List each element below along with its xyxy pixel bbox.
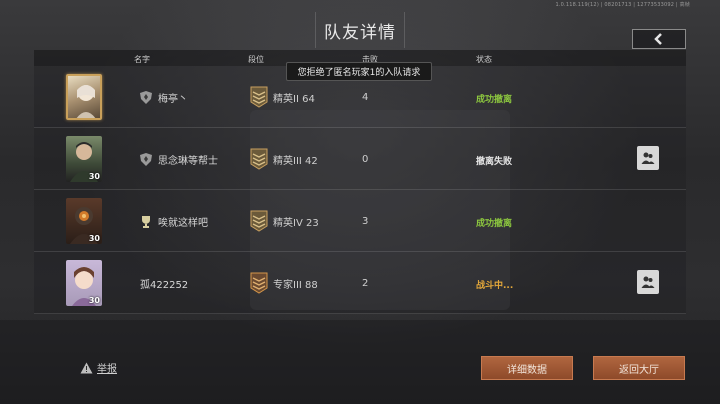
status-text: 成功撤离 (476, 95, 513, 105)
add-friend-button[interactable] (637, 146, 659, 170)
player-name-group: 孤422252 (140, 276, 188, 291)
report-label: 举报 (97, 364, 117, 375)
version-text: 1.0.118.119(12) | 08201713 | 12773533092… (555, 2, 690, 8)
player-name-group: 思念琳等帮士 (140, 152, 218, 167)
rank-chevron-icon (250, 272, 268, 294)
rank-text: 精英IV 23 (273, 217, 319, 229)
defeats-count: 4 (362, 92, 369, 103)
trophy-icon (142, 216, 150, 228)
rank-group: 精英III 42 (250, 148, 318, 170)
avatar[interactable] (66, 74, 102, 120)
column-status: 状态 (476, 55, 492, 64)
teammate-row: 30 唉就这样吧 精英IV 23 3 成功撤离 (34, 190, 686, 252)
status-text: 战斗中... (476, 281, 514, 291)
add-friend-icon (641, 276, 655, 288)
add-friend-button[interactable] (637, 270, 659, 294)
player-name: 孤422252 (140, 280, 189, 291)
rank-text: 精英II 64 (273, 93, 315, 105)
rank-text: 专家III 88 (273, 279, 318, 291)
status-text: 成功撤离 (476, 219, 513, 229)
rank-chevron-icon (250, 86, 268, 108)
defeats-count: 0 (362, 154, 369, 165)
header: 队友详情 (0, 8, 720, 49)
column-rank: 段位 (248, 55, 264, 64)
defeats-count: 2 (362, 278, 369, 289)
player-name-group: 梅亭丶 (140, 90, 188, 105)
level-badge: 30 (88, 296, 100, 305)
teammate-row: 30 孤422252 专家III 88 2 战斗中... (34, 252, 686, 314)
shield-icon (140, 153, 152, 166)
status-text: 撤离失败 (476, 157, 513, 167)
shield-icon (140, 91, 152, 104)
back-button[interactable] (632, 29, 686, 49)
player-name: 梅亭丶 (158, 94, 188, 105)
rank-chevron-icon (250, 210, 268, 232)
avatar-portrait (76, 85, 96, 118)
rank-group: 精英II 64 (250, 86, 315, 108)
warning-icon (80, 362, 93, 373)
player-name: 思念琳等帮士 (158, 156, 218, 167)
player-name: 唉就这样吧 (158, 218, 208, 229)
teammate-row: 30 思念琳等帮士 精英III 42 0 撤离失败 (34, 128, 686, 190)
level-badge: 30 (88, 172, 100, 181)
level-badge: 30 (88, 234, 100, 243)
rank-group: 专家III 88 (250, 272, 318, 294)
avatar[interactable]: 30 (66, 198, 102, 244)
add-friend-icon (641, 152, 655, 164)
rank-text: 精英III 42 (273, 155, 318, 167)
rank-group: 精英IV 23 (250, 210, 319, 232)
toast-message: 您拒绝了匿名玩家1的入队请求 (286, 62, 432, 81)
column-name: 名字 (134, 55, 150, 64)
defeats-count: 3 (362, 216, 369, 227)
return-lobby-button[interactable]: 返回大厅 (593, 356, 685, 380)
page-title: 队友详情 (315, 12, 405, 48)
chevron-left-icon (654, 33, 662, 45)
rank-chevron-icon (250, 148, 268, 170)
player-name-group: 唉就这样吧 (140, 214, 208, 229)
detail-data-button[interactable]: 详细数据 (481, 356, 573, 380)
teammate-list: 梅亭丶 精英II 64 4 成功撤离 30 思念琳等帮士 精英III 42 0 … (34, 66, 686, 314)
report-link[interactable]: 举报 (80, 360, 117, 375)
avatar[interactable]: 30 (66, 260, 102, 306)
avatar[interactable]: 30 (66, 136, 102, 182)
